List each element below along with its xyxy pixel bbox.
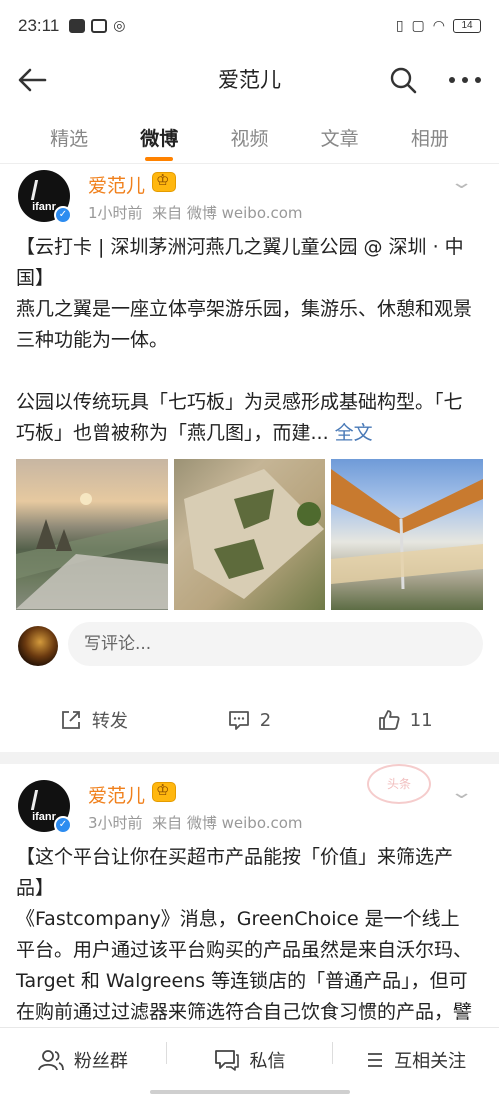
post-image[interactable] (331, 459, 484, 610)
search-icon (390, 67, 417, 94)
headline-stamp: 头条 (367, 764, 431, 804)
post-meta: 3小时前 来自 微博 weibo.com (88, 814, 303, 832)
app-icon (91, 19, 108, 33)
author-name[interactable]: 爱范儿 (88, 781, 145, 808)
like-button[interactable]: 11 (327, 709, 483, 731)
video-icon (69, 19, 86, 33)
profile-tabs: 精选 微博 视频 文章 相册 (0, 112, 499, 164)
search-button[interactable] (385, 62, 421, 98)
status-bar: 23:11 ◎ ▯ ▢ ◠ 14 (0, 0, 499, 52)
chevron-down-icon[interactable]: ⌄ (449, 172, 473, 193)
verified-icon: ✓ (54, 816, 72, 834)
tab-album[interactable]: 相册 (411, 112, 449, 163)
tab-articles[interactable]: 文章 (321, 112, 359, 163)
bottom-bar: 粉丝群 私信 互相关注 (0, 1027, 499, 1100)
wifi-icon: ◠ (432, 18, 445, 34)
post-header: ifanr ✓ 爱范儿 1小时前 来自 微博 weibo.com ⌄ (16, 164, 483, 224)
repost-icon (61, 711, 80, 729)
tab-weibo[interactable]: 微博 (140, 112, 178, 163)
page-title: 爱范儿 (218, 68, 281, 92)
vip-crown-icon (152, 781, 176, 802)
post-text[interactable]: 【云打卡 | 深圳茅洲河燕几之翼儿童公园 @ 深圳 · 中国】 燕几之翼是一座立… (16, 232, 483, 449)
post-meta: 1小时前 来自 微博 weibo.com (88, 204, 303, 222)
comment-row: 写评论... (16, 620, 483, 694)
back-arrow-icon (18, 68, 47, 92)
post-image[interactable] (16, 459, 168, 610)
back-button[interactable] (14, 62, 50, 98)
image-grid (16, 459, 484, 610)
comment-input[interactable]: 写评论... (68, 622, 483, 666)
app-header: 爱范儿 (0, 52, 499, 106)
divider (0, 752, 499, 764)
weibo-icon: ◎ (113, 18, 126, 34)
home-indicator (150, 1090, 350, 1094)
post-image[interactable] (173, 459, 326, 610)
feed: ifanr ✓ 爱范儿 1小时前 来自 微博 weibo.com ⌄ 【云打卡 … (0, 164, 499, 1027)
message-icon (214, 1050, 239, 1071)
author-name[interactable]: 爱范儿 (88, 171, 145, 198)
fans-group-button[interactable]: 粉丝群 (0, 1028, 166, 1100)
menu-icon (368, 1053, 383, 1067)
status-time: 23:11 (18, 16, 60, 35)
more-button[interactable] (445, 62, 485, 98)
fans-group-icon (37, 1050, 64, 1071)
post-header: 头条 ifanr ✓ 爱范儿 3小时前 来自 微博 weibo.com ⌄ (16, 764, 483, 834)
comment-icon (228, 711, 249, 730)
tab-featured[interactable]: 精选 (50, 112, 88, 163)
repost-button[interactable]: 转发 (16, 707, 172, 733)
battery-icon: 14 (453, 19, 481, 33)
sim-icon: ▢ (411, 18, 425, 34)
user-avatar[interactable] (18, 626, 58, 666)
follow-status-button[interactable]: 互相关注 (333, 1028, 499, 1100)
post: 头条 ifanr ✓ 爱范儿 3小时前 来自 微博 weibo.com ⌄ 【这… (0, 764, 499, 1027)
post-actions: 转发 2 11 (16, 694, 483, 746)
vibrate-icon: ▯ (395, 18, 404, 34)
vip-crown-icon (152, 171, 176, 192)
comment-button[interactable]: 2 (172, 709, 328, 731)
full-text-link[interactable]: 全文 (335, 422, 373, 444)
tab-video[interactable]: 视频 (230, 112, 268, 163)
post-text[interactable]: 【这个平台让你在买超市产品能按「价值」来筛选产品】 《Fastcompany》消… (16, 842, 483, 1027)
chevron-down-icon[interactable]: ⌄ (449, 782, 473, 803)
verified-icon: ✓ (54, 206, 72, 224)
post: ifanr ✓ 爱范儿 1小时前 来自 微博 weibo.com ⌄ 【云打卡 … (0, 164, 499, 746)
more-icon (449, 77, 481, 83)
thumbs-up-icon (378, 710, 400, 730)
